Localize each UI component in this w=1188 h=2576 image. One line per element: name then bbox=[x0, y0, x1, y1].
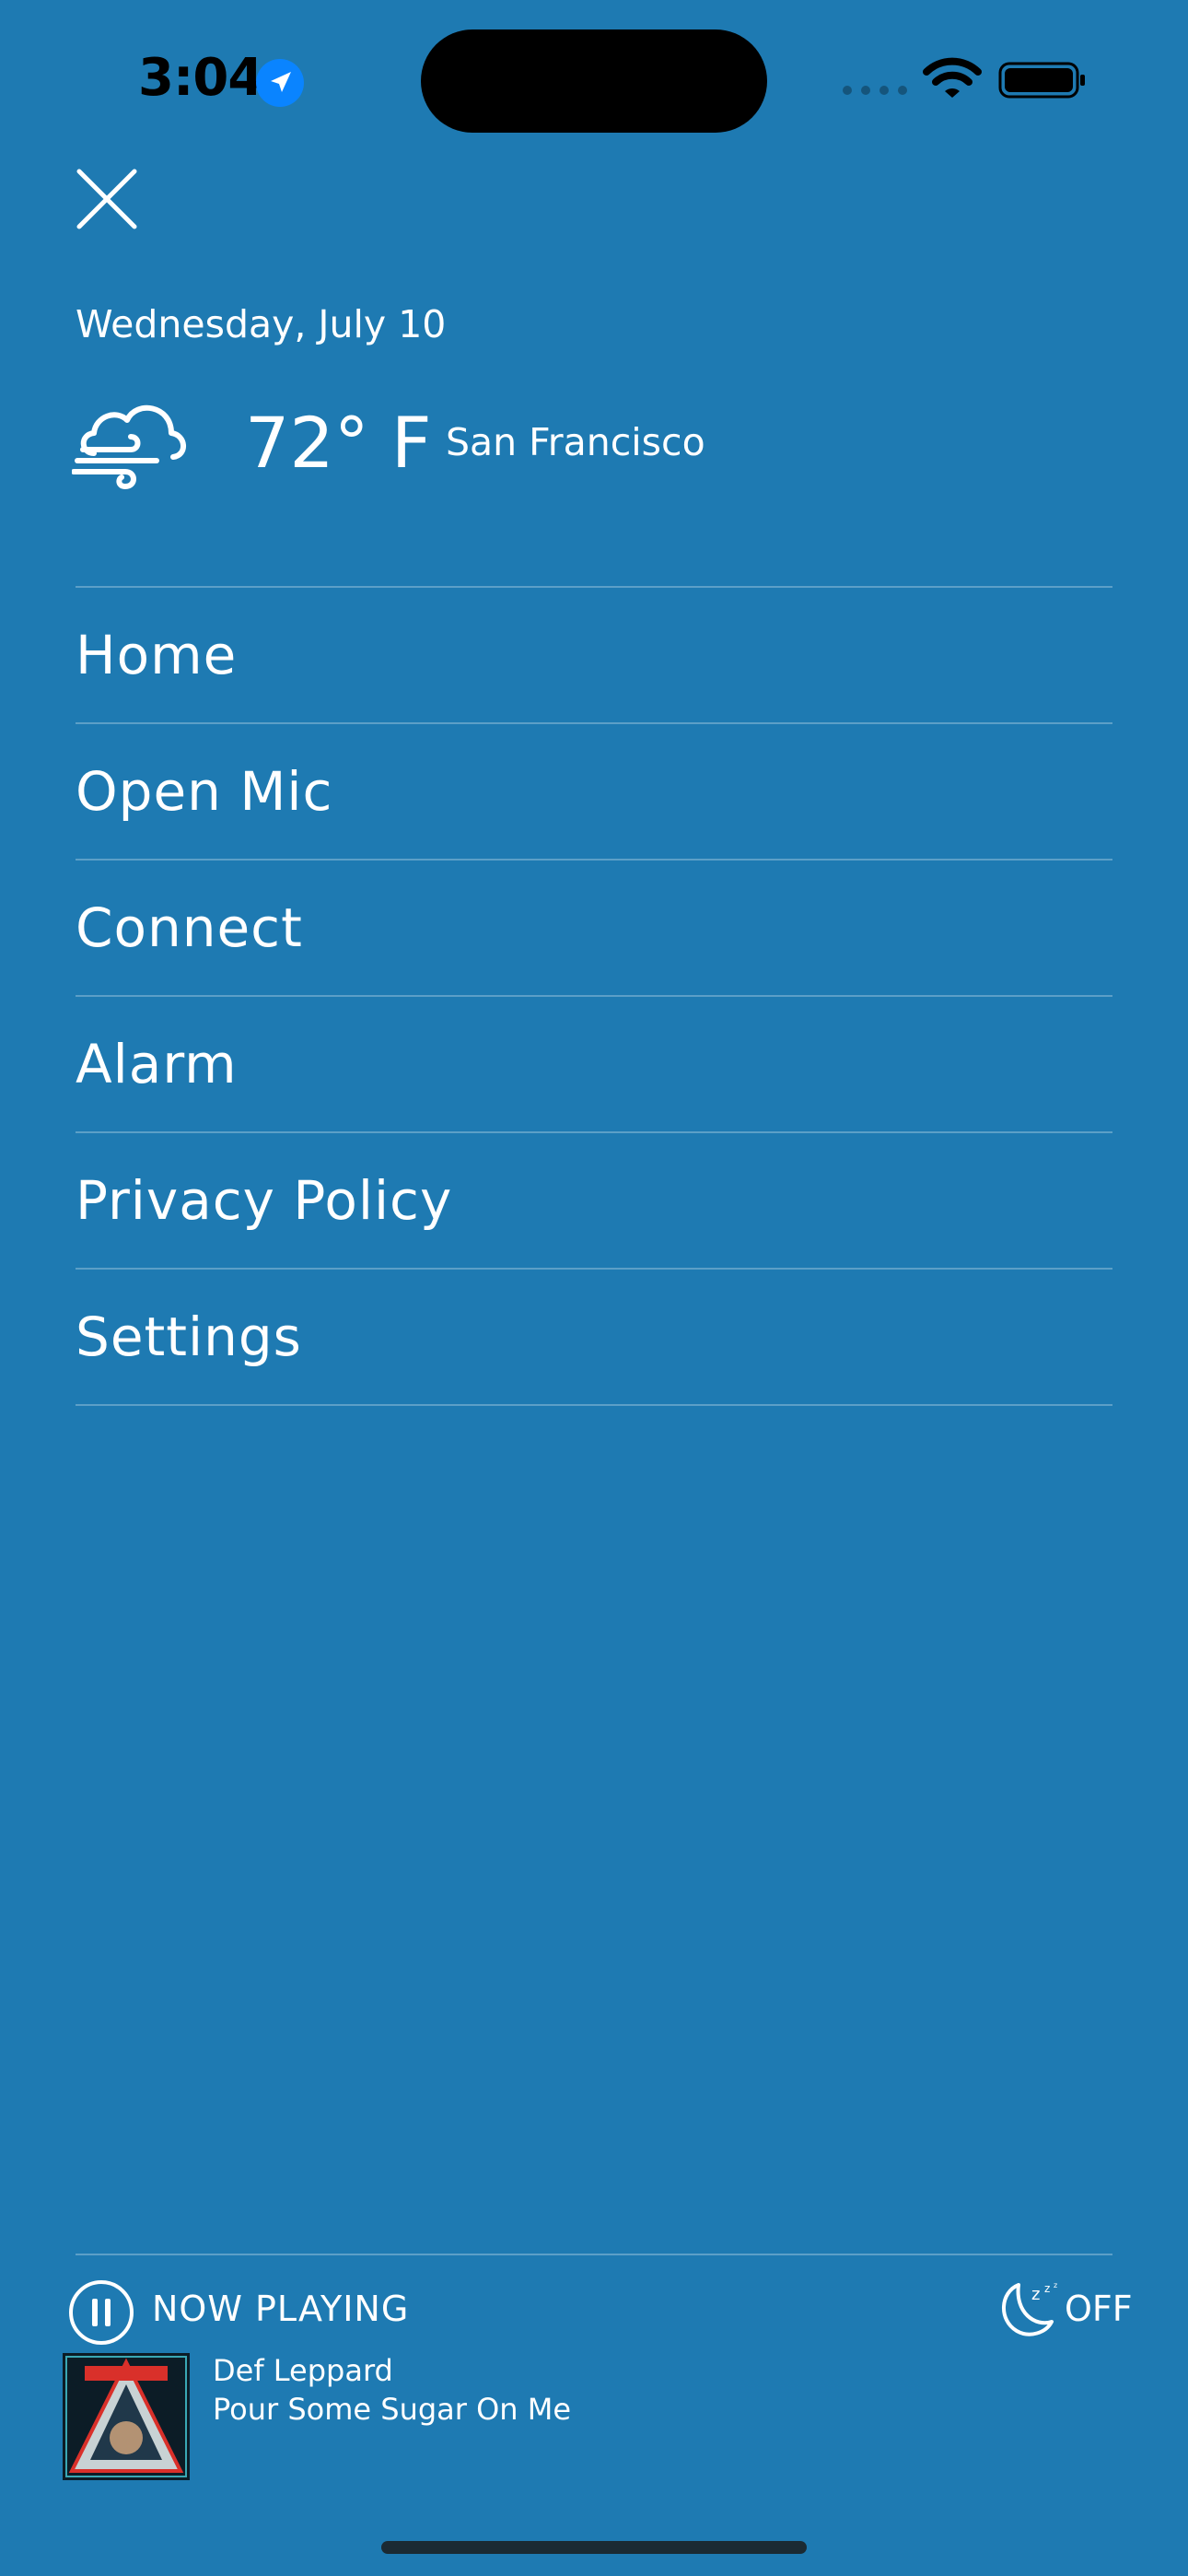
sleep-timer-status[interactable]: OFF bbox=[1065, 2289, 1133, 2329]
menu-item-open-mic[interactable]: Open Mic bbox=[76, 724, 1112, 861]
wifi-icon bbox=[923, 57, 982, 98]
temperature: 72° F bbox=[245, 402, 432, 484]
windy-cloud-icon bbox=[72, 404, 186, 490]
close-menu-button[interactable] bbox=[74, 166, 140, 232]
album-art[interactable] bbox=[63, 2353, 190, 2480]
menu-item-home[interactable]: Home bbox=[76, 588, 1112, 724]
menu-item-connect[interactable]: Connect bbox=[76, 861, 1112, 997]
menu-item-privacy-policy[interactable]: Privacy Policy bbox=[76, 1133, 1112, 1270]
track-title: Pour Some Sugar On Me bbox=[213, 2392, 572, 2427]
now-playing-label: NOW PLAYING bbox=[152, 2289, 410, 2329]
menu-item-settings[interactable]: Settings bbox=[76, 1270, 1112, 1406]
svg-text:z: z bbox=[1054, 2281, 1057, 2289]
player-divider bbox=[76, 2254, 1112, 2255]
cellular-signal-icon bbox=[843, 86, 907, 95]
current-date: Wednesday, July 10 bbox=[76, 302, 447, 346]
battery-icon bbox=[998, 62, 1085, 99]
city-name: San Francisco bbox=[446, 420, 705, 464]
home-indicator[interactable] bbox=[381, 2541, 807, 2554]
navigation-menu: Home Open Mic Connect Alarm Privacy Poli… bbox=[76, 586, 1112, 1406]
svg-text:z: z bbox=[1031, 2285, 1040, 2304]
pause-button[interactable] bbox=[68, 2279, 134, 2346]
status-time: 3:04 bbox=[138, 48, 263, 108]
svg-text:z: z bbox=[1044, 2282, 1050, 2295]
sleep-timer-icon[interactable]: z z z bbox=[995, 2279, 1066, 2340]
menu-item-alarm[interactable]: Alarm bbox=[76, 997, 1112, 1133]
location-arrow-icon bbox=[256, 59, 304, 107]
artist-name: Def Leppard bbox=[213, 2353, 393, 2388]
dynamic-island bbox=[421, 29, 767, 133]
